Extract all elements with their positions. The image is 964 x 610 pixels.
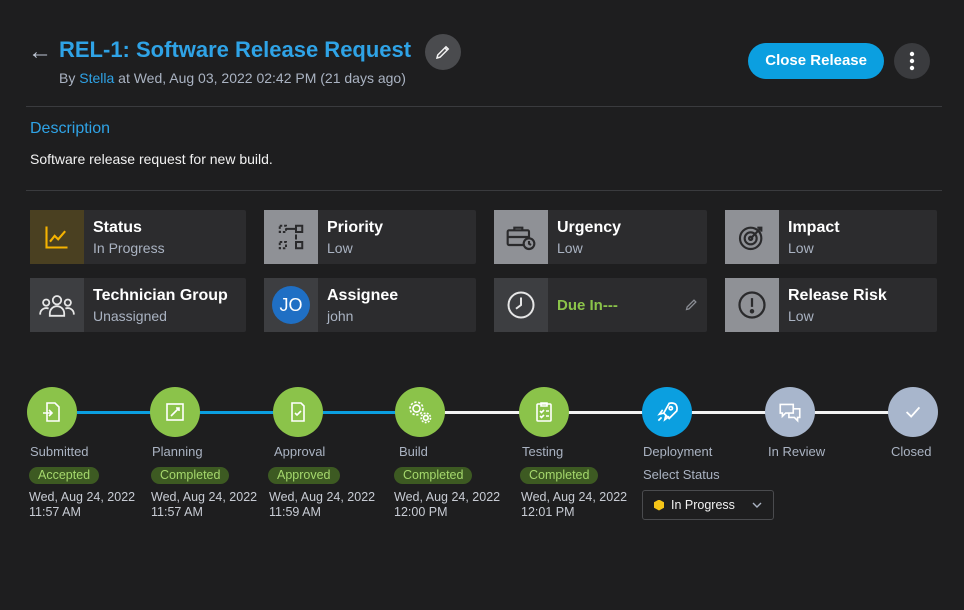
release-risk-value: Low: [788, 307, 814, 324]
stage-approval[interactable]: [273, 387, 323, 437]
created-info: By Stella at Wed, Aug 03, 2022 02:42 PM …: [59, 70, 406, 86]
avatar-wrapper: JO: [264, 278, 318, 332]
chevron-down-icon: [752, 502, 762, 508]
edit-due-icon[interactable]: [684, 297, 699, 317]
briefcase-clock-icon: [494, 210, 548, 264]
stage-date-testing: Wed, Aug 24, 2022 12:01 PM: [521, 490, 627, 520]
pencil-icon: [435, 45, 450, 60]
release-risk-card[interactable]: Release Risk Low: [725, 278, 937, 332]
date-line: Wed, Aug 24, 2022: [394, 490, 501, 504]
time-line: 11:57 AM: [29, 505, 81, 519]
more-options-button[interactable]: [894, 43, 930, 79]
time-line: 12:01 PM: [521, 505, 575, 519]
stage-name-build: Build: [399, 444, 428, 459]
stage-name-in-review: In Review: [768, 444, 826, 459]
stage-name-testing: Testing: [522, 444, 564, 459]
status-badge-planning: Completed: [151, 467, 230, 484]
status-badge-submitted: Accepted: [29, 467, 100, 484]
impact-label: Impact: [788, 218, 840, 236]
deployment-status-select[interactable]: In Progress: [642, 490, 774, 520]
stage-date-planning: Wed, Aug 24, 2022 11:57 AM: [151, 490, 257, 520]
time-line: 11:57 AM: [151, 505, 203, 519]
time-line: 11:59 AM: [269, 505, 321, 519]
close-release-button[interactable]: Close Release: [748, 43, 884, 79]
release-risk-label: Release Risk: [788, 286, 887, 304]
description-label: Description: [30, 120, 111, 137]
priority-value: Low: [327, 239, 353, 256]
stage-name-planning: Planning: [152, 444, 203, 459]
stage-name-closed: Closed: [891, 444, 932, 459]
stage-in-review[interactable]: [765, 387, 815, 437]
date-line: Wed, Aug 24, 2022: [269, 490, 376, 504]
stage-date-approval: Wed, Aug 24, 2022 11:59 AM: [269, 490, 375, 520]
impact-card[interactable]: Impact Low: [725, 210, 937, 264]
stage-deployment[interactable]: [642, 387, 692, 437]
planning-icon: [166, 403, 184, 421]
submit-icon: [43, 402, 60, 422]
priority-card[interactable]: Priority Low: [264, 210, 476, 264]
arrow-left-icon[interactable]: ←: [28, 38, 52, 66]
priority-flow-icon: [264, 210, 318, 264]
technician-group-label: Technician Group: [93, 286, 228, 304]
stage-planning[interactable]: [150, 387, 200, 437]
author-link[interactable]: Stella: [79, 70, 114, 86]
approval-icon: [291, 402, 305, 422]
status-card[interactable]: Status In Progress: [30, 210, 246, 264]
kebab-menu-icon: [909, 51, 915, 71]
chat-icon: [779, 403, 801, 423]
description-divider: [26, 190, 942, 191]
page-title: REL-1: Software Release Request: [59, 37, 412, 62]
page-header: ← REL-1: Software Release Request By Ste…: [28, 34, 934, 94]
created-timestamp: at Wed, Aug 03, 2022 02:42 PM (21 days a…: [118, 70, 406, 86]
stage-build[interactable]: [395, 387, 445, 437]
select-status-label: Select Status: [643, 467, 720, 482]
time-line: 12:00 PM: [394, 505, 448, 519]
selected-status: In Progress: [671, 498, 735, 512]
assignee-card[interactable]: JO Assignee john: [264, 278, 476, 332]
date-line: Wed, Aug 24, 2022: [29, 490, 136, 504]
trend-chart-icon: [30, 210, 84, 264]
stage-date-build: Wed, Aug 24, 2022 12:00 PM: [394, 490, 500, 520]
avatar: JO: [272, 286, 310, 324]
assignee-value: john: [327, 307, 354, 324]
urgency-card[interactable]: Urgency Low: [494, 210, 707, 264]
target-icon: [725, 210, 779, 264]
rocket-icon: [657, 402, 678, 422]
group-icon: [30, 278, 84, 332]
status-value: In Progress: [93, 239, 165, 256]
status-label: Status: [93, 218, 142, 236]
exclamation-icon: [725, 278, 779, 332]
check-icon: [905, 406, 921, 418]
urgency-label: Urgency: [557, 218, 622, 236]
priority-label: Priority: [327, 218, 384, 236]
stage-date-submitted: Wed, Aug 24, 2022 11:57 AM: [29, 490, 135, 520]
by-prefix: By: [59, 70, 76, 86]
stage-closed[interactable]: [888, 387, 938, 437]
edit-title-button[interactable]: [425, 34, 461, 70]
status-badge-approval: Approved: [268, 467, 340, 484]
header-divider: [26, 106, 942, 107]
stage-name-submitted: Submitted: [30, 444, 89, 459]
status-hexagon-icon: [654, 499, 664, 511]
date-line: Wed, Aug 24, 2022: [521, 490, 628, 504]
technician-group-value: Unassigned: [93, 307, 167, 324]
due-card[interactable]: Due In---: [494, 278, 707, 332]
date-line: Wed, Aug 24, 2022: [151, 490, 258, 504]
checklist-icon: [536, 402, 552, 422]
technician-group-card[interactable]: Technician Group Unassigned: [30, 278, 246, 332]
due-label: Due In---: [557, 296, 618, 314]
urgency-value: Low: [557, 239, 583, 256]
gears-icon: [409, 401, 432, 424]
status-badge-build: Completed: [394, 467, 473, 484]
clock-icon: [494, 278, 548, 332]
description-text: Software release request for new build.: [30, 151, 273, 167]
impact-value: Low: [788, 239, 814, 256]
status-badge-testing: Completed: [520, 467, 599, 484]
stage-submitted[interactable]: [27, 387, 77, 437]
assignee-label: Assignee: [327, 286, 399, 304]
stage-name-approval: Approval: [274, 444, 326, 459]
stage-testing[interactable]: [519, 387, 569, 437]
stage-name-deployment: Deployment: [643, 444, 713, 459]
progress-line-done: [77, 411, 400, 414]
